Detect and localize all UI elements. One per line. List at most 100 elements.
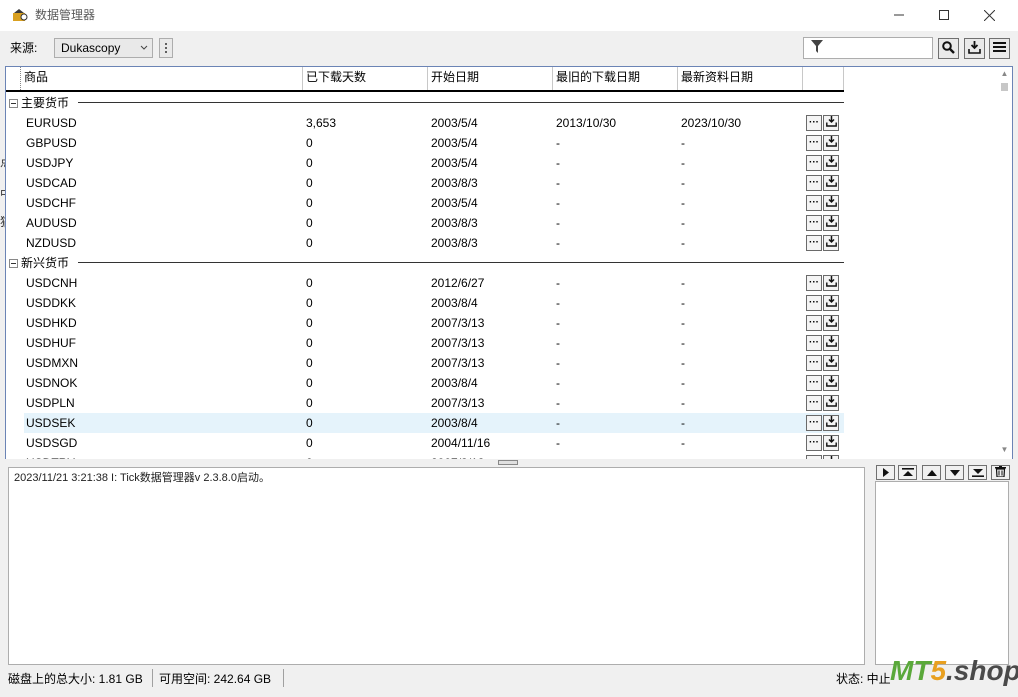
row-more-button[interactable]: ···	[806, 455, 822, 459]
table-row[interactable]: EURUSD 3,653 2003/5/4 2013/10/30 2023/10/30 ·…	[24, 113, 844, 133]
table-row[interactable]: USDMXN 0 2007/3/13 - - ···	[24, 353, 844, 373]
scrollbar-thumb[interactable]	[1001, 83, 1008, 91]
more-icon: ···	[809, 137, 819, 148]
table-row[interactable]: AUDUSD 0 2003/8/3 - - ···	[24, 213, 844, 233]
play-button[interactable]	[876, 465, 895, 480]
group-row[interactable]: 新兴货币	[6, 253, 844, 273]
row-more-button[interactable]: ···	[806, 335, 822, 351]
source-dropdown[interactable]: Dukascopy	[54, 38, 153, 58]
row-more-button[interactable]: ···	[806, 135, 822, 151]
row-more-button[interactable]: ···	[806, 175, 822, 191]
row-more-button[interactable]: ···	[806, 195, 822, 211]
table-row[interactable]: USDNOK 0 2003/8/4 - - ···	[24, 373, 844, 393]
vertical-scrollbar[interactable]: ▲ ▼	[996, 67, 1012, 459]
column-header-downloaded-days[interactable]: 已下载天数	[303, 67, 428, 90]
cell-latest-date: -	[681, 176, 685, 190]
row-download-button[interactable]	[823, 115, 839, 131]
table-row[interactable]: USDCAD 0 2003/8/3 - - ···	[24, 173, 844, 193]
row-more-button[interactable]: ···	[806, 115, 822, 131]
download-icon	[825, 236, 837, 250]
row-more-button[interactable]: ···	[806, 315, 822, 331]
table-row[interactable]: USDTRY 0 2007/3/13 - - ···	[24, 453, 844, 459]
download-button[interactable]	[964, 38, 985, 59]
cell-start-date: 2003/5/4	[431, 116, 478, 130]
row-download-button[interactable]	[823, 215, 839, 231]
more-icon: ···	[809, 237, 819, 248]
scroll-down-arrow-icon[interactable]: ▼	[996, 445, 1012, 457]
cell-oldest-date: -	[556, 376, 560, 390]
table-row[interactable]: USDCNH 0 2012/6/27 - - ···	[24, 273, 844, 293]
table-row[interactable]: USDDKK 0 2003/8/4 - - ···	[24, 293, 844, 313]
table-row[interactable]: USDSEK 0 2003/8/4 - - ···	[24, 413, 844, 433]
search-button[interactable]	[938, 38, 959, 59]
row-download-button[interactable]	[823, 175, 839, 191]
cell-latest-date: -	[681, 396, 685, 410]
row-more-button[interactable]: ···	[806, 235, 822, 251]
scroll-down-button[interactable]	[945, 465, 964, 480]
cell-latest-date: -	[681, 276, 685, 290]
table-row[interactable]: USDJPY 0 2003/5/4 - - ···	[24, 153, 844, 173]
row-more-button[interactable]: ···	[806, 355, 822, 371]
row-download-button[interactable]	[823, 235, 839, 251]
row-download-button[interactable]	[823, 395, 839, 411]
table-row[interactable]: USDHKD 0 2007/3/13 - - ···	[24, 313, 844, 333]
table-row[interactable]: USDHUF 0 2007/3/13 - - ···	[24, 333, 844, 353]
row-download-button[interactable]	[823, 415, 839, 431]
maximize-button[interactable]	[921, 0, 967, 30]
scroll-up-button[interactable]	[922, 465, 941, 480]
cell-symbol: USDSEK	[26, 416, 76, 430]
cell-latest-date: 2023/10/30	[681, 116, 742, 130]
row-download-button[interactable]	[823, 455, 839, 459]
row-download-button[interactable]	[823, 295, 839, 311]
row-download-button[interactable]	[823, 275, 839, 291]
row-more-button[interactable]: ···	[806, 275, 822, 291]
source-more-button[interactable]	[159, 38, 173, 58]
row-more-button[interactable]: ···	[806, 395, 822, 411]
collapse-toggle-icon[interactable]	[9, 259, 18, 268]
minimize-button[interactable]	[876, 0, 922, 30]
table-row[interactable]: USDPLN 0 2007/3/13 - - ···	[24, 393, 844, 413]
row-more-button[interactable]: ···	[806, 215, 822, 231]
row-more-button[interactable]: ···	[806, 155, 822, 171]
row-download-button[interactable]	[823, 375, 839, 391]
download-icon	[825, 136, 837, 150]
splitter-handle[interactable]	[498, 460, 518, 465]
scroll-up-arrow-icon[interactable]: ▲	[996, 69, 1012, 81]
scroll-to-bottom-button[interactable]	[968, 465, 987, 480]
row-download-button[interactable]	[823, 435, 839, 451]
clear-log-button[interactable]	[991, 465, 1010, 480]
column-grip[interactable]	[6, 67, 21, 90]
close-button[interactable]	[966, 0, 1012, 30]
table-row[interactable]: GBPUSD 0 2003/5/4 - - ···	[24, 133, 844, 153]
row-download-button[interactable]	[823, 315, 839, 331]
table-row[interactable]: USDSGD 0 2004/11/16 - - ···	[24, 433, 844, 453]
row-more-button[interactable]: ···	[806, 435, 822, 451]
cell-downloaded-days: 0	[306, 456, 313, 459]
row-download-button[interactable]	[823, 335, 839, 351]
app-icon	[12, 7, 28, 23]
column-header-latest-date[interactable]: 最新资料日期	[678, 67, 803, 90]
scroll-to-top-button[interactable]	[898, 465, 917, 480]
group-row[interactable]: 主要货币	[6, 93, 844, 113]
column-header-oldest-date[interactable]: 最旧的下载日期	[553, 67, 678, 90]
row-more-button[interactable]: ···	[806, 415, 822, 431]
column-header-symbol[interactable]: 商品	[21, 67, 303, 90]
table-row[interactable]: USDCHF 0 2003/5/4 - - ···	[24, 193, 844, 213]
row-download-button[interactable]	[823, 355, 839, 371]
menu-button[interactable]	[989, 38, 1010, 59]
cell-start-date: 2003/8/4	[431, 296, 478, 310]
row-download-button[interactable]	[823, 135, 839, 151]
log-panel[interactable]: 2023/11/21 3:21:38 I: Tick数据管理器v 2.3.8.0…	[8, 467, 865, 665]
column-header-start-date[interactable]: 开始日期	[428, 67, 553, 90]
cell-oldest-date: -	[556, 396, 560, 410]
download-icon	[825, 196, 837, 210]
row-download-button[interactable]	[823, 155, 839, 171]
side-panel[interactable]	[875, 481, 1009, 665]
more-icon: ···	[809, 397, 819, 408]
table-row[interactable]: NZDUSD 0 2003/8/3 - - ···	[24, 233, 844, 253]
cell-oldest-date: -	[556, 136, 560, 150]
row-more-button[interactable]: ···	[806, 375, 822, 391]
row-download-button[interactable]	[823, 195, 839, 211]
collapse-toggle-icon[interactable]	[9, 99, 18, 108]
row-more-button[interactable]: ···	[806, 295, 822, 311]
